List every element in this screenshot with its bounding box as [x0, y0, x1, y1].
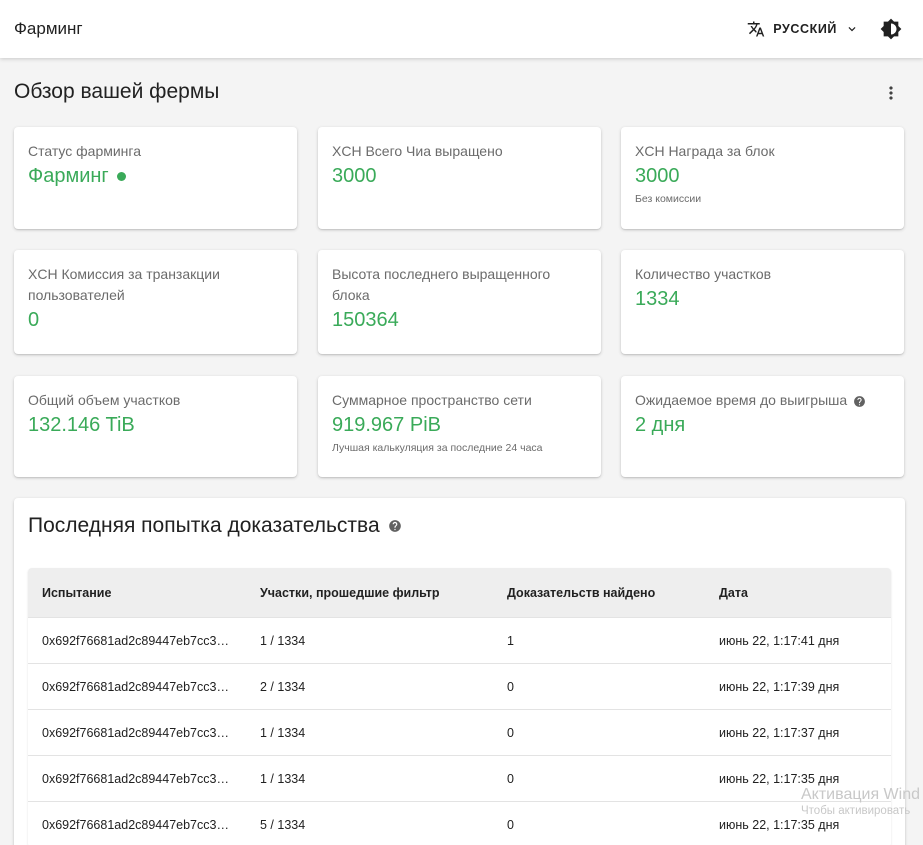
card-total-farmed: XCH Всего Чиа выращено 3000: [318, 127, 601, 229]
column-header-proofs-found[interactable]: Доказательств найдено: [493, 586, 705, 600]
latest-proofs-section: Последняя попытка доказательства Испытан…: [14, 498, 905, 845]
cell-challenge: 0x692f76681ad2c89447eb7cc3…: [42, 817, 229, 832]
page-title: Обзор вашей фермы: [14, 80, 220, 103]
cell-date: июнь 22, 1:17:35 дня: [719, 771, 840, 786]
card-value: 919.967 PiB: [332, 414, 441, 436]
cell-date: июнь 22, 1:17:41 дня: [719, 633, 840, 648]
language-label: РУССКИЙ: [773, 22, 837, 36]
column-header-plots-passed[interactable]: Участки, прошедшие фильтр: [246, 586, 493, 600]
card-value: 150364: [332, 309, 399, 331]
column-header-date[interactable]: Дата: [705, 586, 891, 600]
brightness-icon: [880, 18, 902, 40]
help-icon[interactable]: [853, 395, 866, 408]
card-plot-count: Количество участков 1334: [621, 250, 904, 354]
cell-date: июнь 22, 1:17:37 дня: [719, 725, 840, 740]
card-subtitle: Без комиссии: [635, 193, 702, 205]
card-block-reward: XCH Награда за блок 3000 Без комиссии: [621, 127, 904, 229]
cell-proofs-found: 0: [507, 817, 514, 832]
card-time-to-win: Ожидаемое время до выигрыша 2 дня: [621, 376, 904, 477]
card-label: XCH Награда за блок: [635, 143, 775, 159]
cell-plots-passed: 5 / 1334: [260, 817, 306, 832]
card-netspace: Суммарное пространство сети 919.967 PiB …: [318, 376, 601, 477]
translate-icon: [747, 20, 765, 38]
help-icon[interactable]: [388, 519, 402, 533]
table-row[interactable]: 0x692f76681ad2c89447eb7cc3… 1 / 1334 0 и…: [28, 755, 891, 801]
card-tx-fees: XCH Комиссия за транзакции пользователей…: [14, 250, 297, 354]
status-dot-icon: [116, 171, 126, 181]
more-vert-icon: [881, 83, 901, 103]
card-value: 1334: [635, 288, 680, 310]
cell-plots-passed: 2 / 1334: [260, 679, 306, 694]
card-value: 132.146 TiB: [28, 414, 135, 436]
cell-challenge: 0x692f76681ad2c89447eb7cc3…: [42, 679, 229, 694]
cell-proofs-found: 0: [507, 725, 514, 740]
card-label: XCH Комиссия за транзакции пользователей: [28, 266, 220, 303]
more-options-button[interactable]: [880, 82, 902, 104]
cell-proofs-found: 1: [507, 633, 514, 648]
theme-toggle-button[interactable]: [879, 17, 903, 41]
latest-proofs-title: Последняя попытка доказательства: [28, 514, 380, 537]
cell-challenge: 0x692f76681ad2c89447eb7cc3…: [42, 725, 229, 740]
card-label: XCH Всего Чиа выращено: [332, 143, 503, 159]
card-value: 3000: [332, 165, 377, 187]
card-label: Ожидаемое время до выигрыша: [635, 390, 890, 411]
card-total-size: Общий объем участков 132.146 TiB: [14, 376, 297, 477]
cell-proofs-found: 0: [507, 771, 514, 786]
cell-date: июнь 22, 1:17:35 дня: [719, 817, 840, 832]
card-subtitle: Лучшая калькуляция за последние 24 часа: [332, 442, 543, 454]
card-value: 3000: [635, 165, 680, 187]
app-bar: Фарминг РУССКИЙ: [0, 0, 923, 58]
table-row[interactable]: 0x692f76681ad2c89447eb7cc3… 5 / 1334 0 и…: [28, 801, 891, 845]
time-to-win-label: Ожидаемое время до выигрыша: [635, 392, 848, 408]
proofs-table: Испытание Участки, прошедшие фильтр Дока…: [28, 568, 891, 845]
cell-date: июнь 22, 1:17:39 дня: [719, 679, 840, 694]
cell-proofs-found: 0: [507, 679, 514, 694]
card-last-height: Высота последнего выращенного блока 1503…: [318, 250, 601, 354]
language-selector[interactable]: РУССКИЙ: [741, 13, 865, 45]
card-label: Общий объем участков: [28, 392, 181, 408]
cell-plots-passed: 1 / 1334: [260, 725, 306, 740]
card-value: 2 дня: [635, 414, 686, 436]
card-label: Высота последнего выращенного блока: [332, 266, 551, 303]
table-row[interactable]: 0x692f76681ad2c89447eb7cc3… 1 / 1334 0 и…: [28, 709, 891, 755]
cell-plots-passed: 1 / 1334: [260, 771, 306, 786]
cell-challenge: 0x692f76681ad2c89447eb7cc3…: [42, 771, 229, 786]
column-header-challenge[interactable]: Испытание: [28, 586, 246, 600]
cell-challenge: 0x692f76681ad2c89447eb7cc3…: [42, 633, 229, 648]
section-title: Последняя попытка доказательства: [28, 514, 402, 538]
card-farming-status: Статус фарминга Фарминг: [14, 127, 297, 229]
farming-status-text: Фарминг: [28, 165, 109, 187]
table-header: Испытание Участки, прошедшие фильтр Дока…: [28, 568, 891, 617]
card-label: Статус фарминга: [28, 143, 141, 159]
cell-plots-passed: 1 / 1334: [260, 633, 306, 648]
card-value: 0: [28, 309, 40, 331]
table-row[interactable]: 0x692f76681ad2c89447eb7cc3… 2 / 1334 0 и…: [28, 663, 891, 709]
table-row[interactable]: 0x692f76681ad2c89447eb7cc3… 1 / 1334 1 и…: [28, 617, 891, 663]
chevron-down-icon: [845, 22, 859, 36]
app-title: Фарминг: [14, 19, 83, 38]
card-label: Суммарное пространство сети: [332, 392, 532, 408]
card-value: Фарминг: [28, 163, 283, 189]
card-label: Количество участков: [635, 266, 772, 282]
